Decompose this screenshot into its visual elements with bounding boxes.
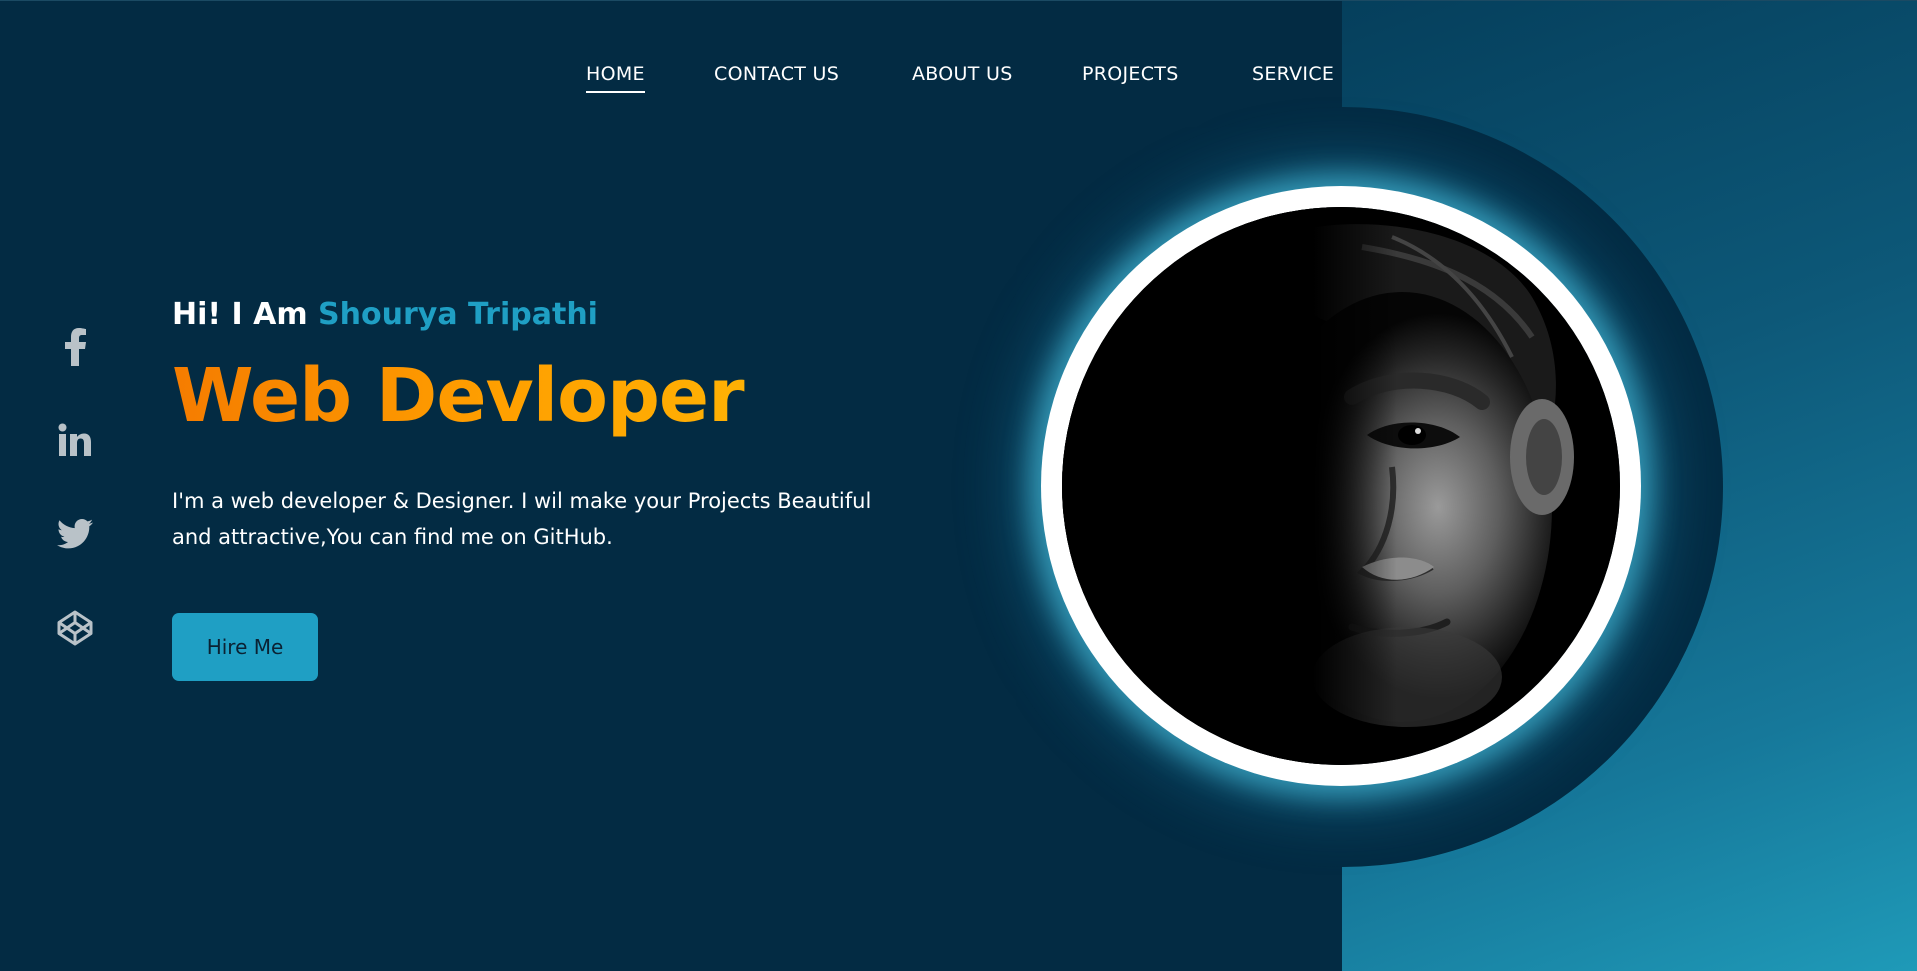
hero-greeting: Hi! I Am Shourya Tripathi: [172, 293, 972, 337]
greeting-prefix: Hi! I Am: [172, 297, 319, 332]
main-navigation: HOME CONTACT US ABOUT US PROJECTS SERVIC…: [0, 63, 1917, 103]
codepen-icon[interactable]: [54, 607, 96, 649]
linkedin-icon[interactable]: [54, 419, 96, 461]
profile-portrait-image: [1062, 207, 1620, 765]
nav-service-link[interactable]: SERVICE: [1252, 63, 1334, 91]
twitter-icon[interactable]: [54, 513, 96, 555]
nav-about-us-link[interactable]: ABOUT US: [912, 63, 1013, 91]
hero-description: I'm a web developer & Designer. I wil ma…: [172, 483, 932, 555]
hero-section: Hi! I Am Shourya Tripathi Web Devloper I…: [172, 293, 972, 555]
facebook-icon[interactable]: [54, 326, 96, 368]
description-line-2: and attractive,You can find me on GitHub…: [172, 525, 613, 549]
hero-name: Shourya Tripathi: [318, 297, 598, 332]
description-line-1: I'm a web developer & Designer. I wil ma…: [172, 489, 872, 513]
portfolio-page: HOME CONTACT US ABOUT US PROJECTS SERVIC…: [0, 0, 1917, 971]
nav-contact-us-link[interactable]: CONTACT US: [714, 63, 839, 91]
nav-projects-link[interactable]: PROJECTS: [1082, 63, 1179, 91]
nav-home-link[interactable]: HOME: [586, 63, 645, 93]
hire-me-button[interactable]: Hire Me: [172, 613, 318, 681]
hero-role-title: Web Devloper: [172, 351, 972, 441]
portrait-illustration: [1062, 207, 1620, 765]
